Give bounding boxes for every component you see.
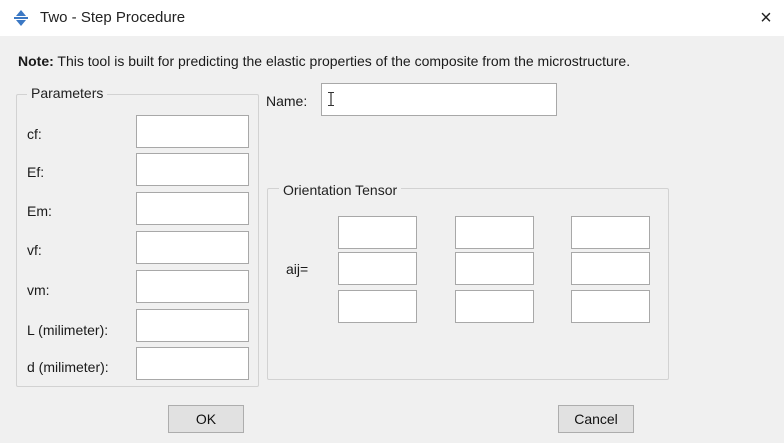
note-label: Note: <box>18 53 54 69</box>
title-bar: Two - Step Procedure × <box>0 0 784 36</box>
param-label-d: d (milimeter): <box>27 359 109 375</box>
tensor-a13[interactable] <box>571 216 650 249</box>
tensor-a11[interactable] <box>338 216 417 249</box>
param-input-em[interactable] <box>136 192 249 225</box>
tensor-a31[interactable] <box>338 290 417 323</box>
ok-button[interactable]: OK <box>168 405 244 433</box>
note-text: Note: This tool is built for predicting … <box>18 53 630 69</box>
text-cursor-icon <box>328 92 334 106</box>
close-icon: × <box>760 7 772 29</box>
tensor-a32[interactable] <box>455 290 534 323</box>
dialog-body: Note: This tool is built for predicting … <box>0 36 784 443</box>
param-input-ef[interactable] <box>136 153 249 186</box>
app-icon <box>14 10 28 26</box>
tensor-a23[interactable] <box>571 252 650 285</box>
param-label-l: L (milimeter): <box>27 322 109 338</box>
param-label-em: Em: <box>27 203 52 219</box>
param-label-ef: Ef: <box>27 164 45 180</box>
param-input-vf[interactable] <box>136 231 249 264</box>
window-title: Two - Step Procedure <box>40 9 186 26</box>
tensor-a22[interactable] <box>455 252 534 285</box>
tensor-a21[interactable] <box>338 252 417 285</box>
cancel-button[interactable]: Cancel <box>558 405 634 433</box>
name-input[interactable] <box>321 83 557 116</box>
param-input-cf[interactable] <box>136 115 249 148</box>
aij-label: aij= <box>286 261 309 277</box>
param-input-l[interactable] <box>136 309 249 342</box>
parameters-group-title: Parameters <box>27 85 108 101</box>
note-description: This tool is built for predicting the el… <box>53 53 631 69</box>
tensor-a12[interactable] <box>455 216 534 249</box>
param-label-vf: vf: <box>27 242 42 258</box>
close-button[interactable]: × <box>752 4 780 32</box>
param-input-d[interactable] <box>136 347 249 380</box>
param-input-vm[interactable] <box>136 270 249 303</box>
tensor-a33[interactable] <box>571 290 650 323</box>
orientation-tensor-title: Orientation Tensor <box>279 182 402 198</box>
name-label: Name: <box>266 93 308 109</box>
param-label-vm: vm: <box>27 282 50 298</box>
param-label-cf: cf: <box>27 126 42 142</box>
